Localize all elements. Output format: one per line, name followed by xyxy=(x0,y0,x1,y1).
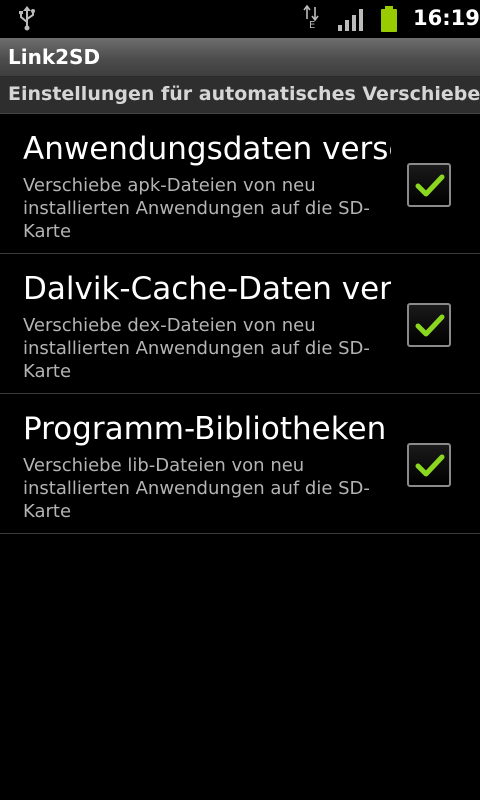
pref-checkbox-libraries[interactable] xyxy=(407,443,451,487)
title-bar: Link2SD xyxy=(0,38,480,77)
data-activity-icon: E xyxy=(301,5,325,33)
pref-summary: Verschiebe lib-Dateien von neu installie… xyxy=(23,455,370,522)
pref-summary: Verschiebe apk-Dateien von neu installie… xyxy=(23,175,370,242)
signal-icon xyxy=(338,9,364,35)
checkmark-icon xyxy=(415,454,445,477)
pref-title: Dalvik-Cache-Daten verschieben xyxy=(23,271,391,307)
status-time: 16:19 xyxy=(413,6,480,30)
battery-icon xyxy=(380,6,398,36)
pref-checkbox-app-data[interactable] xyxy=(407,163,451,207)
pref-move-app-data[interactable]: Anwendungsdaten verschieben Verschiebe a… xyxy=(0,114,480,254)
checkmark-icon xyxy=(415,314,445,337)
checkmark-icon xyxy=(415,174,445,197)
category-title: Einstellungen für automatisches Verschie… xyxy=(8,83,480,105)
pref-move-dalvik-cache[interactable]: Dalvik-Cache-Daten verschieben Verschieb… xyxy=(0,254,480,394)
network-type-label: E xyxy=(309,20,316,31)
pref-summary: Verschiebe dex-Dateien von neu installie… xyxy=(23,315,370,382)
status-bar: E 16:19 xyxy=(0,0,480,38)
pref-move-libraries[interactable]: Programm-Bibliotheken verschieben Versch… xyxy=(0,394,480,534)
pref-title: Anwendungsdaten verschieben xyxy=(23,131,391,167)
app-title: Link2SD xyxy=(8,45,101,69)
pref-title: Programm-Bibliotheken verschieben xyxy=(23,411,391,447)
preference-category-header: Einstellungen für automatisches Verschie… xyxy=(0,77,480,114)
pref-checkbox-dalvik-cache[interactable] xyxy=(407,303,451,347)
usb-icon xyxy=(18,6,36,36)
